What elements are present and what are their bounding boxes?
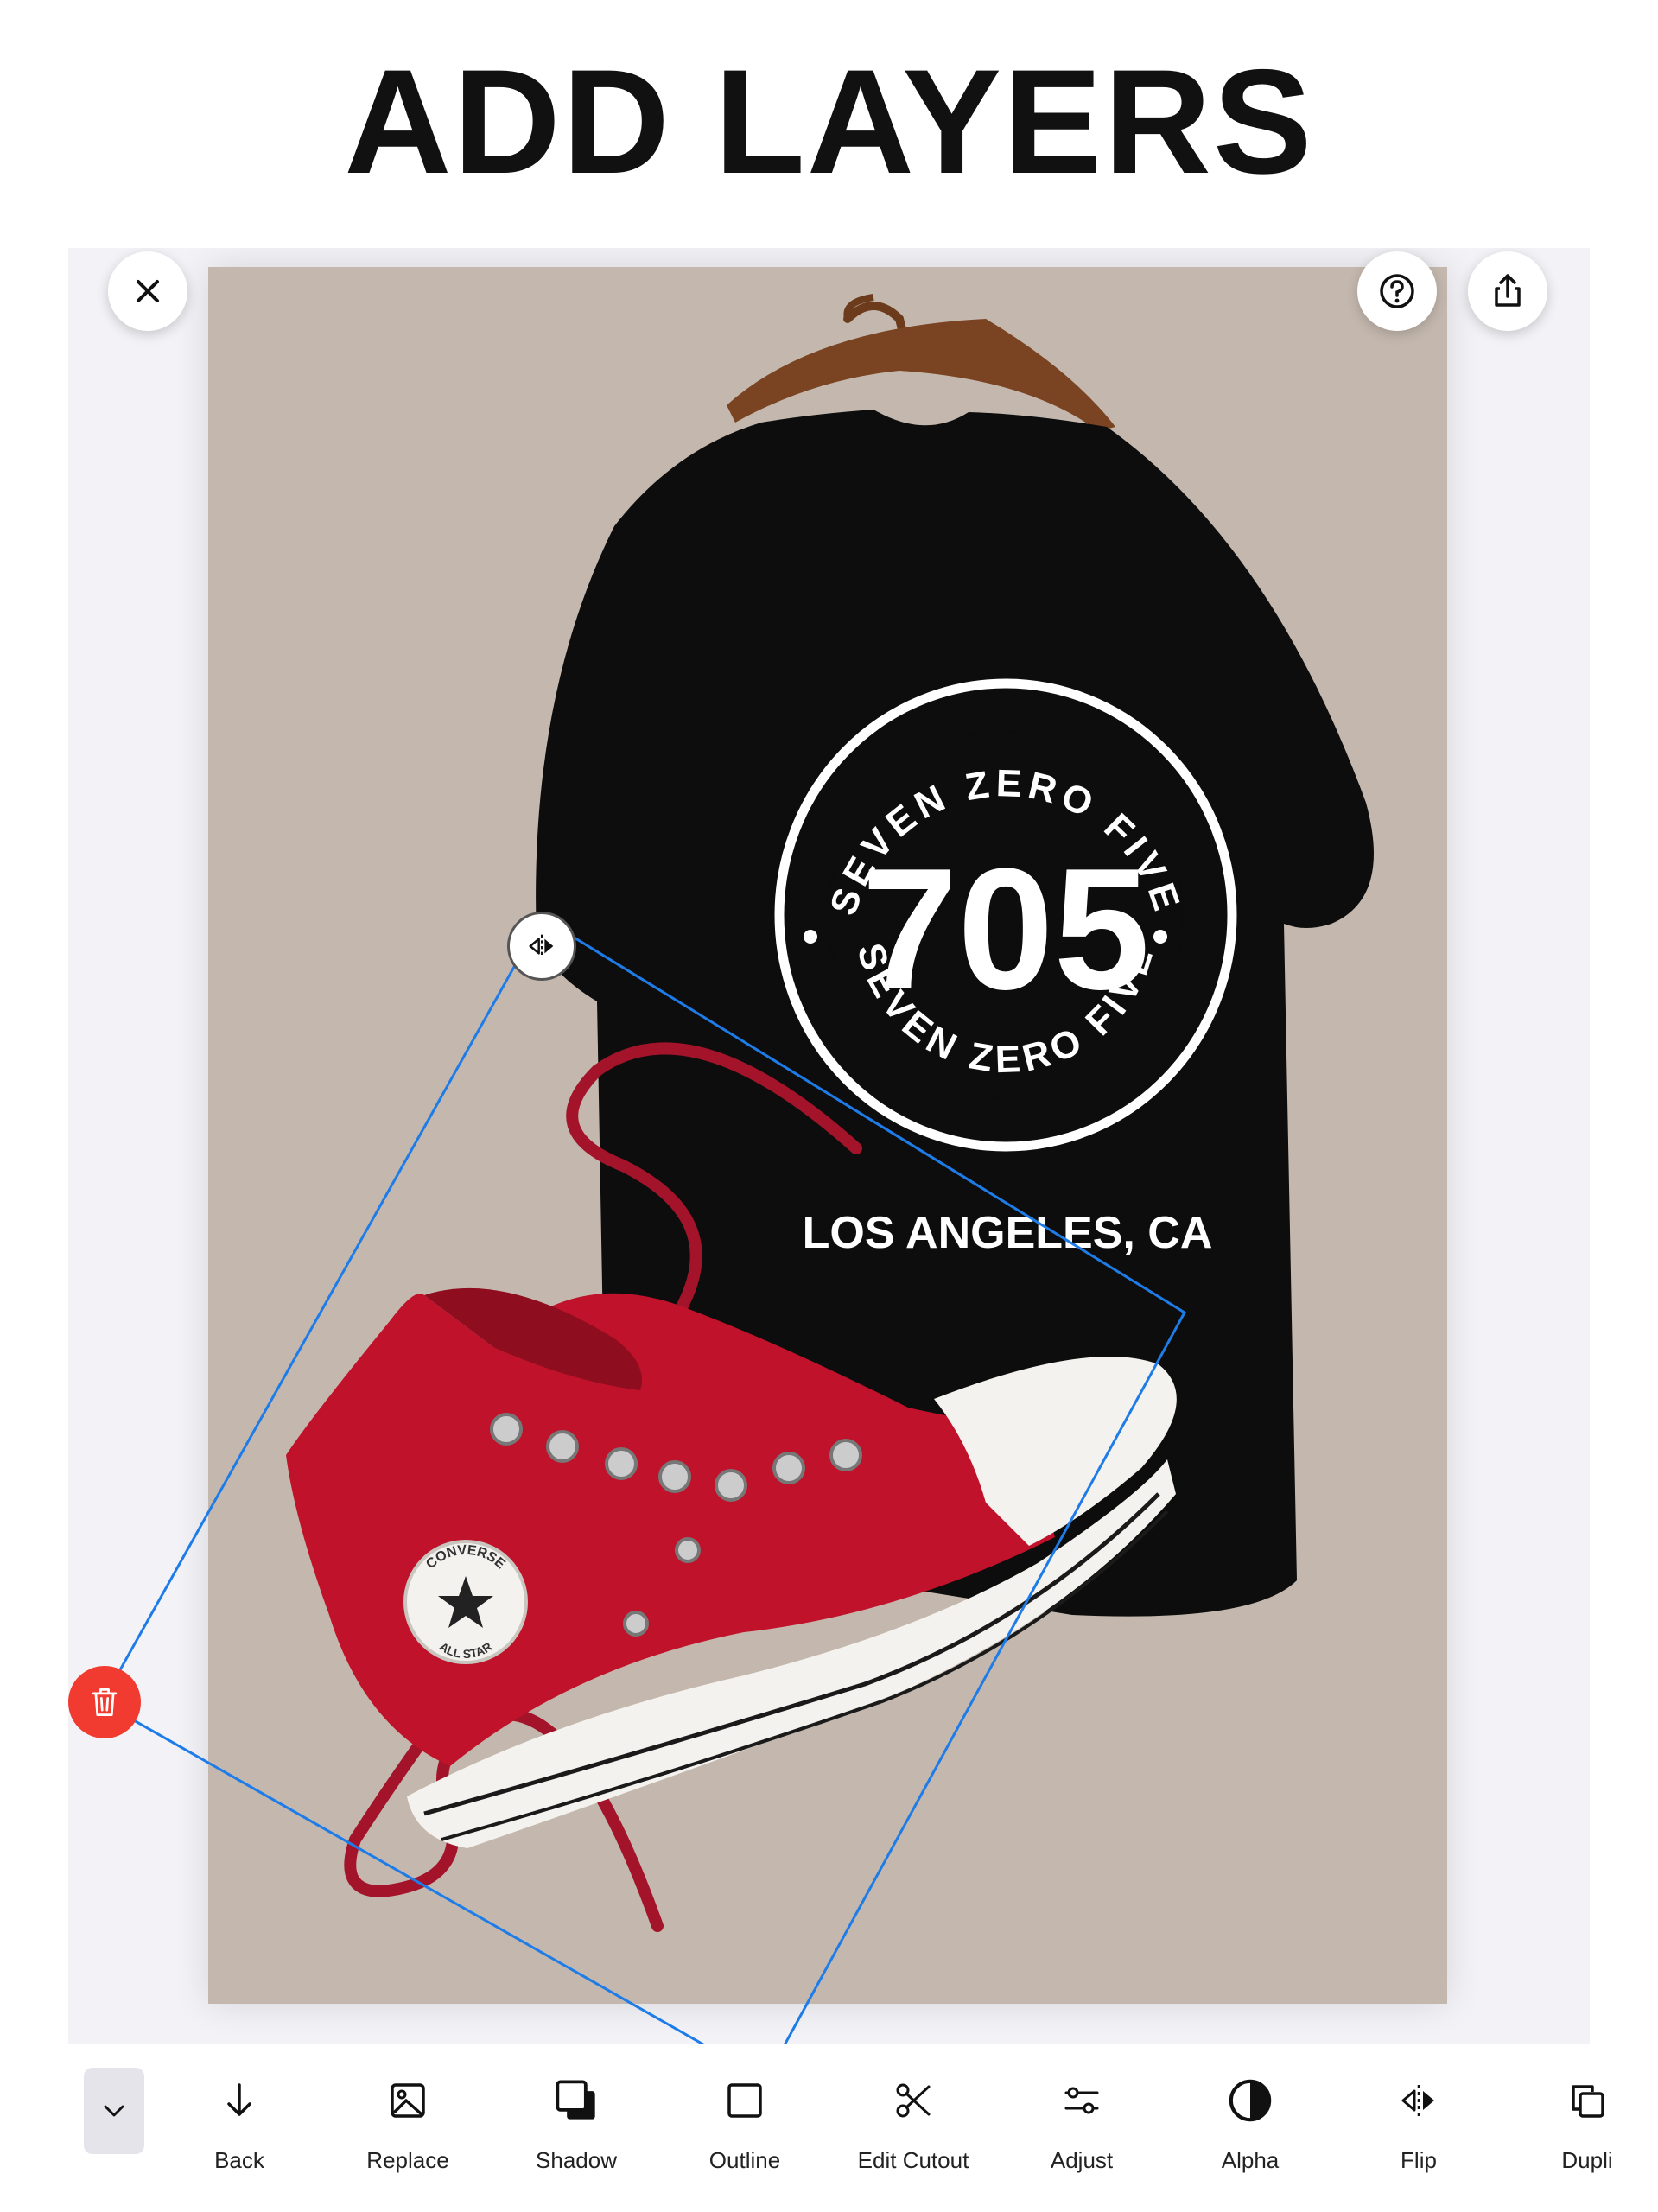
share-icon — [1495, 274, 1521, 307]
tool-duplicate[interactable]: Dupli — [1509, 2076, 1658, 2197]
tool-adjust[interactable]: Adjust — [1004, 2076, 1159, 2197]
close-icon — [137, 280, 159, 302]
share-button[interactable] — [1468, 251, 1547, 331]
arrow-down-icon — [227, 2083, 251, 2116]
tool-label: Alpha — [1221, 2147, 1280, 2173]
tool-label: Outline — [708, 2147, 781, 2173]
tool-label: Back — [214, 2147, 264, 2173]
delete-handle[interactable] — [68, 1666, 141, 1738]
editor-area: SEVEN ZERO FIVE SEVEN ZERO FIVE 705 LOS … — [68, 248, 1590, 2044]
duplicate-icon — [1572, 2085, 1604, 2118]
shadow-square-icon — [556, 2080, 595, 2120]
bottom-toolbar: Back Replace Shadow Outline Edit Cutout … — [0, 2044, 1658, 2212]
tool-alpha[interactable]: Alpha — [1172, 2076, 1328, 2197]
tool-label: Dupli — [1561, 2147, 1613, 2173]
selection-frame[interactable] — [68, 248, 1590, 2044]
tool-label: Edit Cutout — [857, 2147, 969, 2173]
flip-horizontal-icon — [1401, 2085, 1434, 2116]
tool-edit-cutout[interactable]: Edit Cutout — [835, 2076, 991, 2197]
square-outline-icon — [727, 2083, 762, 2118]
chevron-down-icon — [104, 2105, 124, 2117]
tool-label: Adjust — [1050, 2147, 1114, 2173]
flip-horizontal-icon — [529, 934, 554, 958]
tool-label: Shadow — [536, 2147, 617, 2173]
half-circle-icon — [1229, 2079, 1272, 2122]
scissors-icon — [896, 2083, 931, 2118]
trash-icon — [92, 1688, 118, 1717]
tool-flip[interactable]: Flip — [1341, 2076, 1496, 2197]
question-circle-icon — [1380, 274, 1414, 308]
app-screen: ADD LAYERS SEVEN ZERO FIVE SEVEN ZERO FI… — [0, 0, 1658, 2212]
page-headline: ADD LAYERS — [344, 39, 1314, 205]
help-button[interactable] — [1357, 251, 1437, 331]
close-button[interactable] — [108, 251, 187, 331]
tool-outline[interactable]: Outline — [667, 2076, 823, 2197]
tool-replace[interactable]: Replace — [330, 2076, 486, 2197]
tool-back[interactable]: Back — [162, 2076, 317, 2197]
collapse-toolbar-button[interactable] — [84, 2068, 144, 2154]
sliders-icon — [1064, 2087, 1099, 2114]
tool-label: Replace — [366, 2147, 449, 2173]
tool-label: Flip — [1401, 2147, 1437, 2173]
flip-handle[interactable] — [507, 912, 576, 981]
image-icon — [391, 2083, 425, 2118]
tool-shadow[interactable]: Shadow — [499, 2076, 654, 2197]
